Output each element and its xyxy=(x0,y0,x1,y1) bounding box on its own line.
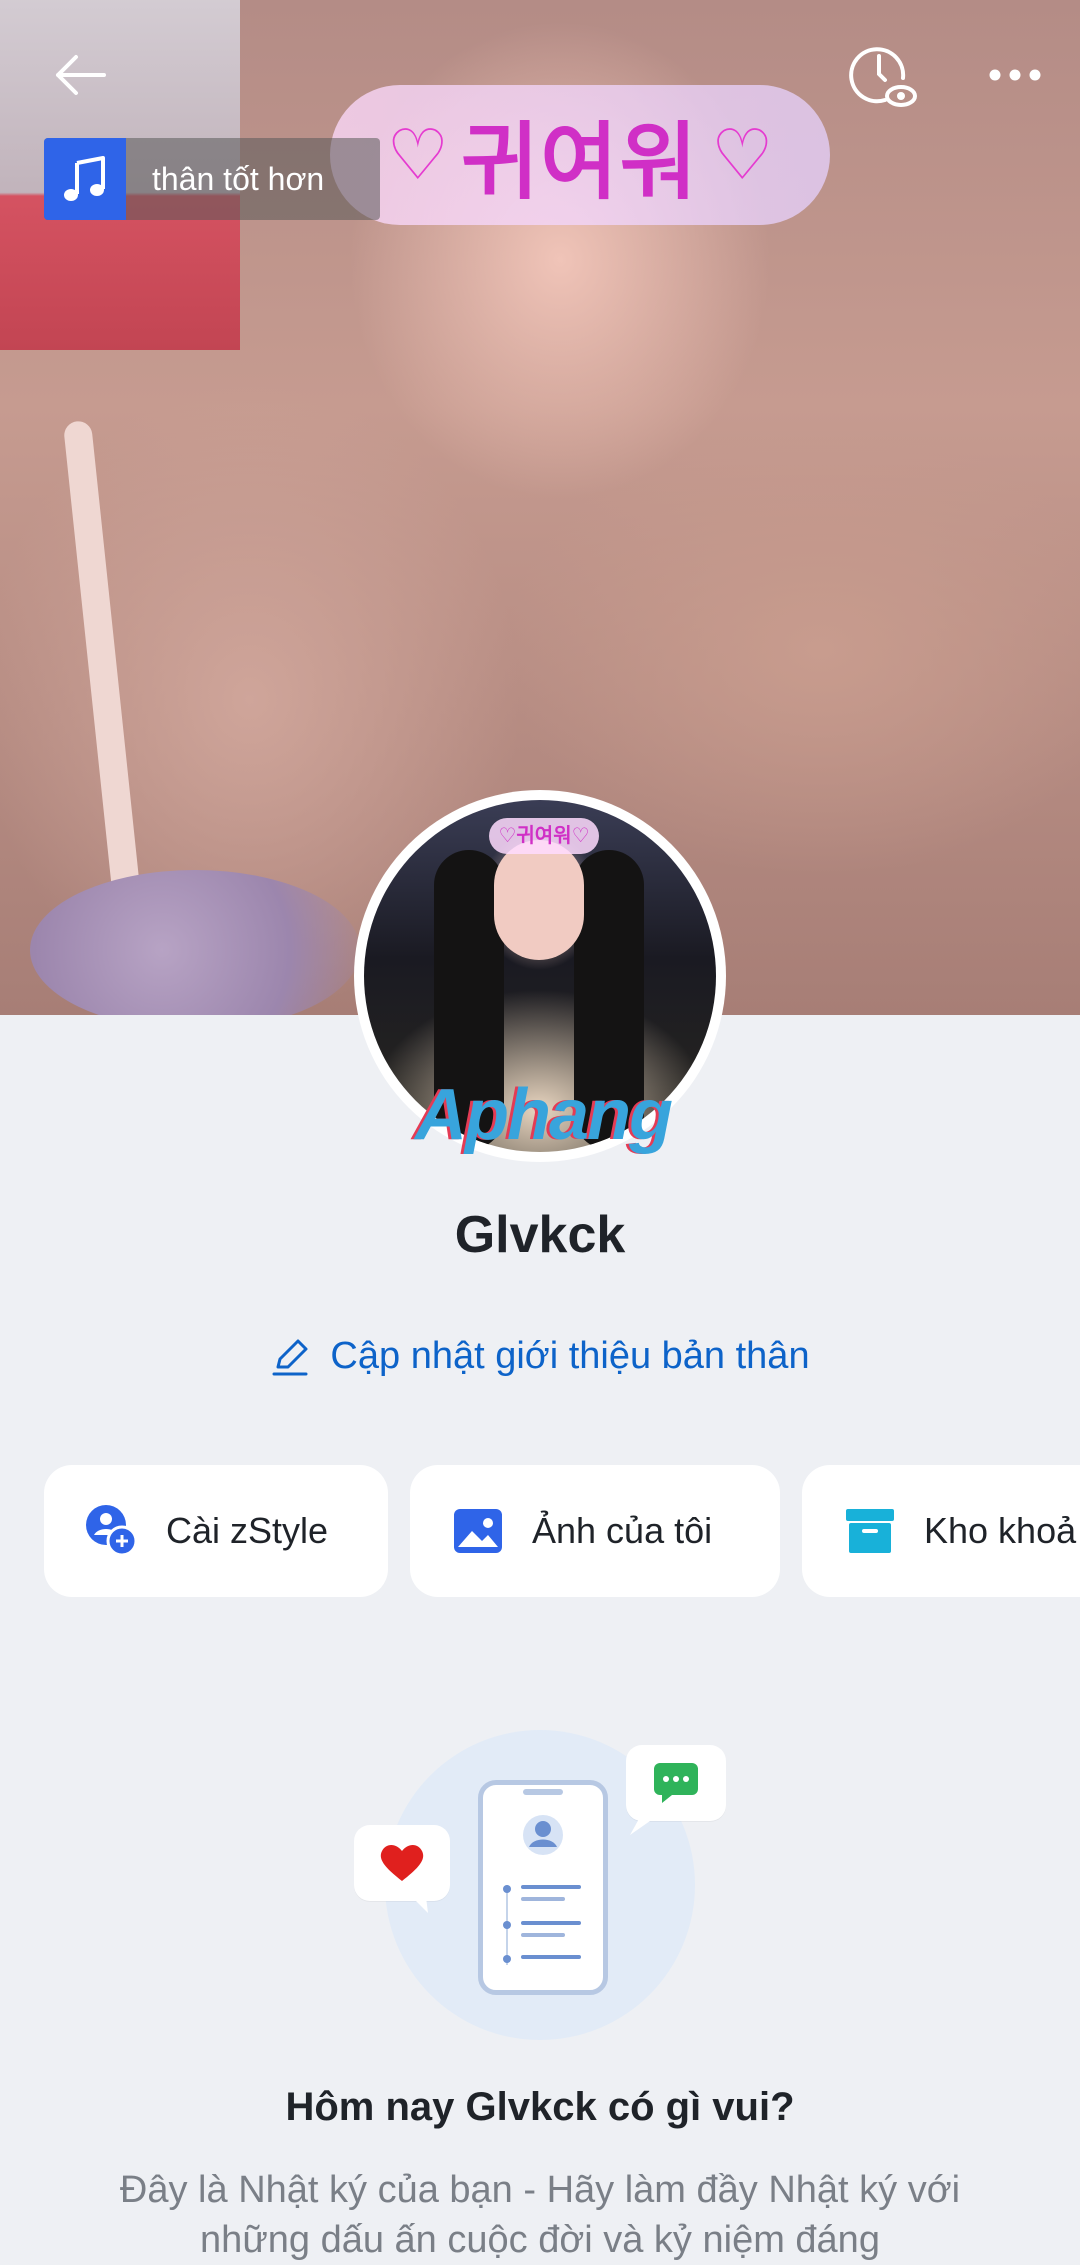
archive-icon xyxy=(846,1509,894,1553)
my-photos-button[interactable]: Ảnh của tôi xyxy=(410,1465,780,1597)
edit-bio-link[interactable]: Cập nhật giới thiệu bản thân xyxy=(0,1335,1080,1378)
phone-content-icon xyxy=(503,1789,581,1965)
more-horizontal-icon xyxy=(989,69,1041,81)
diary-title: Hôm nay Glvkck có gì vui? xyxy=(285,2085,795,2129)
photo-icon xyxy=(454,1509,502,1553)
chat-icon xyxy=(630,1763,698,1835)
phone-illustration xyxy=(478,1780,608,1995)
zstyle-icon xyxy=(86,1505,138,1557)
profile-visit-history-button[interactable] xyxy=(845,38,919,112)
diary-description: Đây là Nhật ký của bạn - Hãy làm đầy Nhậ… xyxy=(119,2169,961,2261)
chat-bubble xyxy=(626,1745,726,1835)
my-photos-label: Ảnh của tôi xyxy=(532,1510,713,1551)
top-bar xyxy=(0,0,1080,150)
heart-bubble xyxy=(354,1825,450,1913)
profile-name: Glvkck xyxy=(454,1206,626,1264)
music-label: thân tốt hơn xyxy=(152,160,325,197)
diary-empty-illustration xyxy=(350,1725,730,2045)
avatar-detail xyxy=(494,840,584,960)
zstyle-label: Cài zStyle xyxy=(166,1510,329,1551)
arrow-left-icon xyxy=(56,55,106,95)
profile-shortcuts: Cài zStyle Ảnh của tôi Kho khoả xyxy=(0,1465,1080,1597)
more-options-button[interactable] xyxy=(975,38,1055,112)
watermark-logo: Aphang xyxy=(415,1075,673,1155)
edit-bio-label: Cập nhật giới thiệu bản thân xyxy=(330,1335,810,1377)
archive-button[interactable]: Kho khoả xyxy=(802,1465,1080,1597)
heart-icon xyxy=(380,1845,428,1913)
archive-label: Kho khoả xyxy=(924,1510,1077,1551)
zstyle-button[interactable]: Cài zStyle xyxy=(44,1465,388,1597)
avatar-sticker: ♡귀여워♡ xyxy=(489,818,599,854)
back-button[interactable] xyxy=(40,40,120,110)
pencil-icon xyxy=(272,1339,308,1375)
clock-eye-icon xyxy=(849,47,917,107)
music-note-icon xyxy=(44,138,126,220)
cover-detail xyxy=(30,870,360,1015)
cover-detail xyxy=(62,419,146,941)
profile-music-chip[interactable]: thân tốt hơn xyxy=(44,138,380,220)
